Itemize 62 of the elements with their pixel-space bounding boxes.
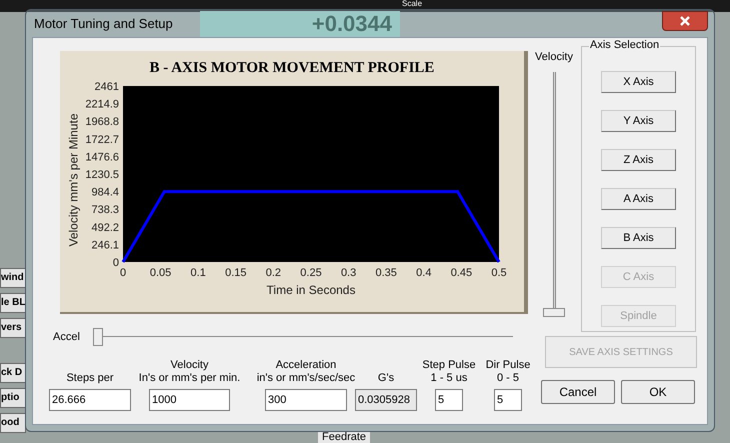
x-tick-label: 0.35 (376, 267, 397, 279)
axis-button[interactable]: A Axis (601, 188, 676, 210)
x-tick-label: 0 (120, 267, 126, 279)
x-tick-label: 0.15 (225, 267, 246, 279)
background-button[interactable]: ood (0, 413, 26, 433)
close-icon (680, 16, 690, 26)
scale-label: Scale (402, 0, 422, 8)
field-label: Step Pulse 1 - 5 us (421, 358, 477, 385)
number-field[interactable]: 0.0305928 (355, 389, 417, 411)
y-tick-label: 0 (112, 257, 119, 269)
x-axis-label: Time in Seconds (266, 283, 356, 297)
accel-slider[interactable] (93, 327, 513, 347)
velocity-label: Velocity (535, 50, 573, 65)
axis-button[interactable]: X Axis (601, 71, 676, 93)
y-tick-label: 1722.7 (85, 134, 119, 146)
window-title: Motor Tuning and Setup (34, 14, 173, 33)
feedrate-label: Feedrate (318, 431, 370, 443)
dialog-button[interactable]: Cancel (541, 380, 615, 404)
number-field[interactable]: 5 (494, 389, 522, 411)
field-label: Acceleration in's or mm's/sec/sec (256, 358, 356, 385)
x-tick-label: 0.45 (450, 267, 472, 279)
background-button[interactable]: vers (0, 318, 26, 338)
x-tick-label: 0.4 (416, 267, 432, 279)
x-tick-label: 0.25 (300, 267, 322, 279)
x-tick-label: 0.1 (190, 267, 206, 279)
x-tick-label: 0.2 (266, 267, 282, 279)
field-label: G's (376, 371, 396, 385)
y-tick-label: 2214.9 (85, 98, 119, 111)
x-tick-label: 0.05 (150, 267, 172, 279)
axis-button[interactable]: Y Axis (601, 110, 676, 132)
x-tick-label: 0.5 (491, 267, 507, 279)
field-label: Velocity In's or mm's per min. (138, 358, 242, 385)
y-tick-label: 1230.5 (85, 169, 119, 181)
background-button[interactable]: ck D (0, 363, 26, 383)
number-field[interactable]: 1000 (149, 389, 230, 411)
y-tick-label: 1968.8 (85, 116, 119, 128)
background-button[interactable]: wind (0, 268, 26, 288)
y-tick-label: 738.3 (91, 204, 119, 216)
y-tick-label: 2461 (94, 81, 119, 93)
background-button[interactable]: le BL (0, 293, 26, 313)
chart-title: B - AXIS MOTOR MOVEMENT PROFILE (150, 59, 434, 78)
readout-display: +0.0344 (200, 11, 400, 37)
axis-button[interactable]: Z Axis (601, 149, 676, 171)
slider-thumb[interactable] (93, 328, 103, 346)
x-tick-label: 0.3 (340, 267, 356, 279)
number-field[interactable]: 26.666 (49, 389, 131, 411)
y-tick-label: 1476.6 (85, 151, 119, 164)
slider-thumb[interactable] (543, 308, 565, 316)
background-button[interactable]: ptio (0, 388, 26, 408)
axis-button[interactable]: B Axis (601, 227, 676, 249)
y-tick-label: 984.4 (91, 186, 119, 199)
dialog-button[interactable]: OK (621, 380, 695, 404)
number-field[interactable]: 5 (435, 389, 463, 411)
number-field[interactable]: 300 (265, 389, 347, 411)
y-tick-label: 246.1 (91, 239, 119, 252)
accel-label: Accel (53, 330, 81, 345)
y-tick-label: 492.2 (91, 222, 119, 234)
close-button[interactable] (662, 10, 708, 30)
y-axis-label: Velocity mm's per Minute (65, 114, 81, 246)
velocity-slider[interactable] (543, 72, 565, 316)
field-label: Dir Pulse 0 - 5 (484, 358, 532, 385)
field-label: Steps per (65, 371, 115, 385)
